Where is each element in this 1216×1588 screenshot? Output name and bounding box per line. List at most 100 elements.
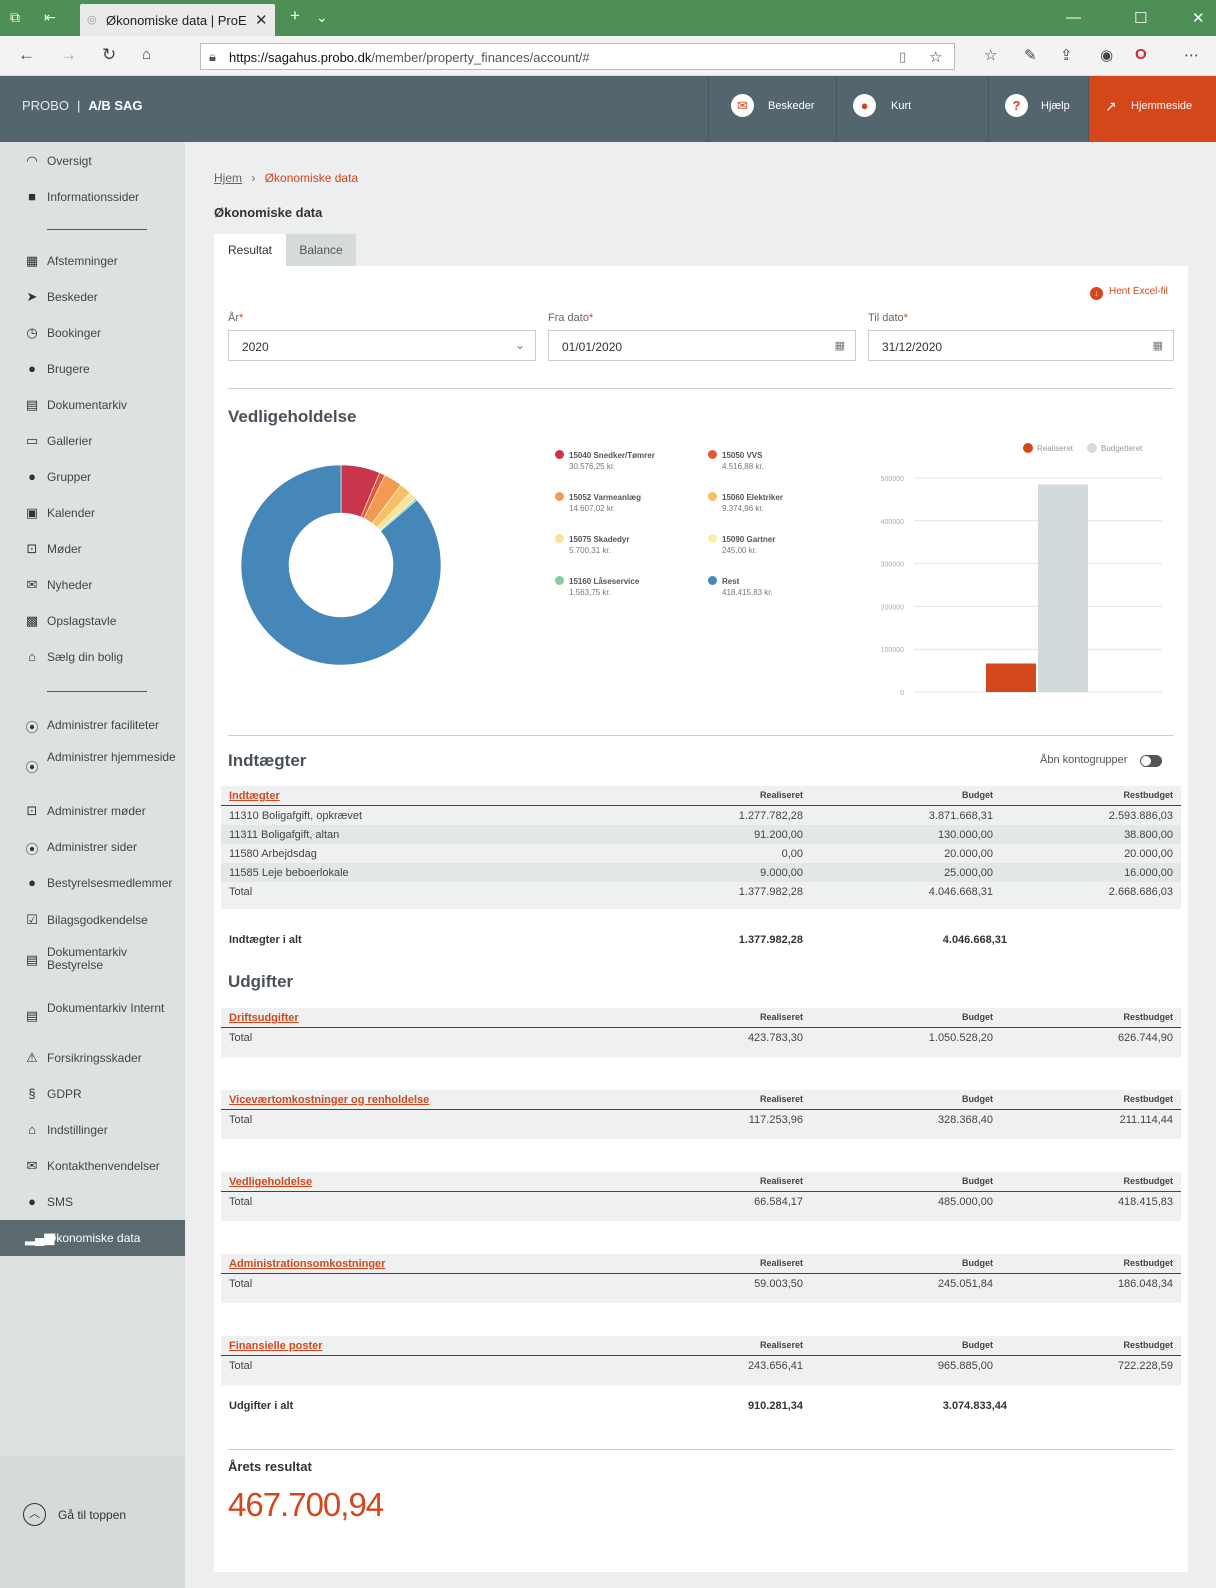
- url-field[interactable]: 🔒︎ https://sagahus.probo.dk/member/prope…: [200, 43, 955, 70]
- legend-swatch: [555, 450, 564, 459]
- maintenance-donut-chart: [240, 464, 442, 666]
- homepage-button[interactable]: ↗ Hjemmeside: [1088, 76, 1216, 142]
- expense-group-finansielle-poster: Finansielle poster Realiseret Budget Restbu…: [221, 1336, 1181, 1385]
- maximize-icon[interactable]: ☐: [1134, 9, 1147, 27]
- sidebar-item-bestyrelsesmedlemmer[interactable]: ● Bestyrelsesmedlemmer: [0, 865, 185, 901]
- sidebar-item-beskeder[interactable]: ➤ Beskeder: [0, 279, 185, 315]
- sidebar-item-okonomiske-data[interactable]: ▂▄▆ Økonomiske data: [0, 1220, 185, 1256]
- sidebar-item-dokumentarkiv-bestyrelse[interactable]: ▤ Dokumentarkiv Bestyrelse: [0, 942, 185, 978]
- table-row-total: Total 423.783,30 1.050.528,20 626.744,90: [229, 1032, 1173, 1044]
- expense-group-link[interactable]: Administrationsomkostninger: [229, 1258, 385, 1270]
- sidebar-item-indstillinger[interactable]: ⌂ Indstillinger: [0, 1112, 185, 1148]
- favorite-star-icon[interactable]: ☆: [929, 48, 942, 66]
- sidebar: ◠ Oversigt ■ Informationssider ▦ Afstemning…: [0, 142, 185, 1588]
- extension-icon[interactable]: ◉: [1100, 46, 1113, 64]
- excel-download-link[interactable]: ↓ Hent Excel-fil: [1090, 286, 1168, 300]
- sidebar-item-gdpr[interactable]: § GDPR: [0, 1076, 185, 1112]
- sidebar-item-brugere[interactable]: ● Brugere: [0, 351, 185, 387]
- browser-tab[interactable]: ◎ Økonomiske data | ProE ✕: [80, 4, 275, 36]
- sidebar-item-dokumentarkiv[interactable]: ▤ Dokumentarkiv: [0, 387, 185, 423]
- tab-list-chevron-icon[interactable]: ⌄: [316, 9, 328, 26]
- open-groups-label: Åbn kontogrupper: [1040, 754, 1128, 766]
- sidebar-item-sms[interactable]: ● SMS: [0, 1184, 185, 1220]
- expense-group-link[interactable]: Driftsudgifter: [229, 1012, 299, 1024]
- table-row: 11580 Arbejdsdag 0,00 20.000,00 20.000,00: [229, 848, 1173, 860]
- forward-icon[interactable]: →: [60, 45, 77, 65]
- income-header-link[interactable]: Indtægter: [229, 790, 280, 802]
- tab-resultat[interactable]: Resultat: [214, 234, 286, 266]
- sidebar-item-saelg-din-bolig[interactable]: ⌂ Sælg din bolig: [0, 639, 185, 675]
- legend-swatch: [708, 534, 717, 543]
- legend-label: 15052 Varmeanlæg: [569, 493, 642, 502]
- messages-button[interactable]: ✉ Beskeder: [708, 76, 822, 142]
- favorites-list-icon[interactable]: ☆: [984, 46, 997, 64]
- to-date-field[interactable]: 31/12/2020 ▦: [868, 330, 1174, 361]
- help-button[interactable]: ? Hjælp: [988, 76, 1088, 142]
- sidebar-item-kontakthenvendelser[interactable]: ✉ Kontakthenvendelser: [0, 1148, 185, 1184]
- sidebar-item-bilagsgodkendelse[interactable]: ☑ Bilagsgodkendelse: [0, 902, 185, 938]
- user-icon: ●: [28, 361, 36, 376]
- board-icon: ▩: [25, 613, 39, 628]
- opera-icon[interactable]: O: [1135, 46, 1147, 63]
- user-button[interactable]: ● Kurt: [836, 76, 972, 142]
- legend-label: 15160 Låseservice: [569, 577, 640, 586]
- breadcrumb-chevron-icon: ›: [251, 171, 256, 185]
- sidebar-item-moder[interactable]: ⊡ Møder: [0, 531, 185, 567]
- tab-balance[interactable]: Balance: [286, 234, 356, 266]
- reading-view-icon[interactable]: ▯: [899, 49, 906, 65]
- legend-value: 14.607,02 kr.: [569, 504, 616, 513]
- new-tab-icon[interactable]: +: [290, 6, 300, 26]
- sidebar-item-dokumentarkiv-internt[interactable]: ▤ Dokumentarkiv Internt: [0, 998, 185, 1034]
- calendar-icon[interactable]: ▦: [835, 339, 845, 352]
- sidebar-item-administrer-moder[interactable]: ⊡ Administrer møder: [0, 793, 185, 829]
- divider: [228, 1449, 1174, 1450]
- expense-group-link[interactable]: Vedligeholdelse: [229, 1176, 312, 1188]
- home-icon[interactable]: ⌂: [142, 46, 151, 63]
- messages-label: Beskeder: [768, 100, 815, 112]
- sidebar-item-opslagstavle[interactable]: ▩ Opslagstavle: [0, 603, 185, 639]
- help-label: Hjælp: [1041, 100, 1070, 112]
- paper-plane-icon: ➤: [26, 289, 38, 304]
- sidebar-item-administrer-hjemmeside[interactable]: ⦿ Administrer hjemmeside: [0, 747, 185, 783]
- tab-back-icon[interactable]: ⇤: [44, 9, 56, 26]
- expense-group-link[interactable]: Finansielle poster: [229, 1340, 323, 1352]
- sidebar-item-administrer-sider[interactable]: ⦿ Administrer sider: [0, 829, 185, 865]
- year-select[interactable]: 2020 ⌄: [228, 330, 536, 361]
- group-icon: ●: [28, 469, 36, 484]
- archive-icon: ▤: [25, 1008, 39, 1023]
- more-icon[interactable]: ⋯: [1184, 46, 1199, 64]
- vedligehold-title: Vedligeholdelse: [228, 407, 357, 426]
- from-date-field[interactable]: 01/01/2020 ▦: [548, 330, 856, 361]
- back-icon[interactable]: ←: [18, 45, 35, 65]
- y-tick-label: 300000: [881, 562, 904, 569]
- refresh-icon[interactable]: ↻: [102, 45, 116, 65]
- brand[interactable]: PROBO | A/B SAG: [22, 98, 143, 113]
- legend-swatch: [708, 450, 717, 459]
- share-icon[interactable]: ⇪: [1060, 46, 1073, 64]
- expense-group-driftsudgifter: Driftsudgifter Realiseret Budget Restbudget…: [221, 1008, 1181, 1057]
- sidebar-item-grupper[interactable]: ● Grupper: [0, 459, 185, 495]
- inbox-icon: ✉: [731, 94, 754, 117]
- sidebar-item-forsikringsskader[interactable]: ⚠ Forsikringsskader: [0, 1040, 185, 1076]
- breadcrumb-home-link[interactable]: Hjem: [214, 171, 242, 185]
- sidebar-divider: [47, 229, 147, 230]
- house-icon: ⌂: [28, 1122, 36, 1137]
- sidebar-item-afstemninger[interactable]: ▦ Afstemninger: [0, 243, 185, 279]
- calendar-icon[interactable]: ▦: [1153, 339, 1163, 352]
- sidebar-item-informationssider[interactable]: ■ Informationssider: [0, 179, 185, 215]
- pen-icon[interactable]: ✎: [1024, 46, 1037, 64]
- expense-group-vicevaert: Viceværtomkostninger og renholdelse Reali…: [221, 1090, 1181, 1139]
- minimize-icon[interactable]: —: [1066, 9, 1081, 26]
- goto-top-button[interactable]: ︿ Gå til toppen: [0, 1456, 185, 1588]
- sidebar-item-kalender[interactable]: ▣ Kalender: [0, 495, 185, 531]
- sidebar-item-oversigt[interactable]: ◠ Oversigt: [0, 143, 185, 179]
- sidebar-item-bookinger[interactable]: ◷ Bookinger: [0, 315, 185, 351]
- sidebar-item-gallerier[interactable]: ▭ Gallerier: [0, 423, 185, 459]
- sidebar-item-administrer-faciliteter[interactable]: ⦿ Administrer faciliteter: [0, 707, 185, 743]
- open-groups-toggle[interactable]: [1140, 755, 1162, 767]
- tab-actions-icon[interactable]: ⧉: [10, 9, 20, 26]
- expense-group-link[interactable]: Viceværtomkostninger og renholdelse: [229, 1094, 429, 1106]
- close-tab-icon[interactable]: ✕: [255, 11, 268, 29]
- sidebar-item-nyheder[interactable]: ✉ Nyheder: [0, 567, 185, 603]
- close-window-icon[interactable]: ✕: [1192, 9, 1205, 27]
